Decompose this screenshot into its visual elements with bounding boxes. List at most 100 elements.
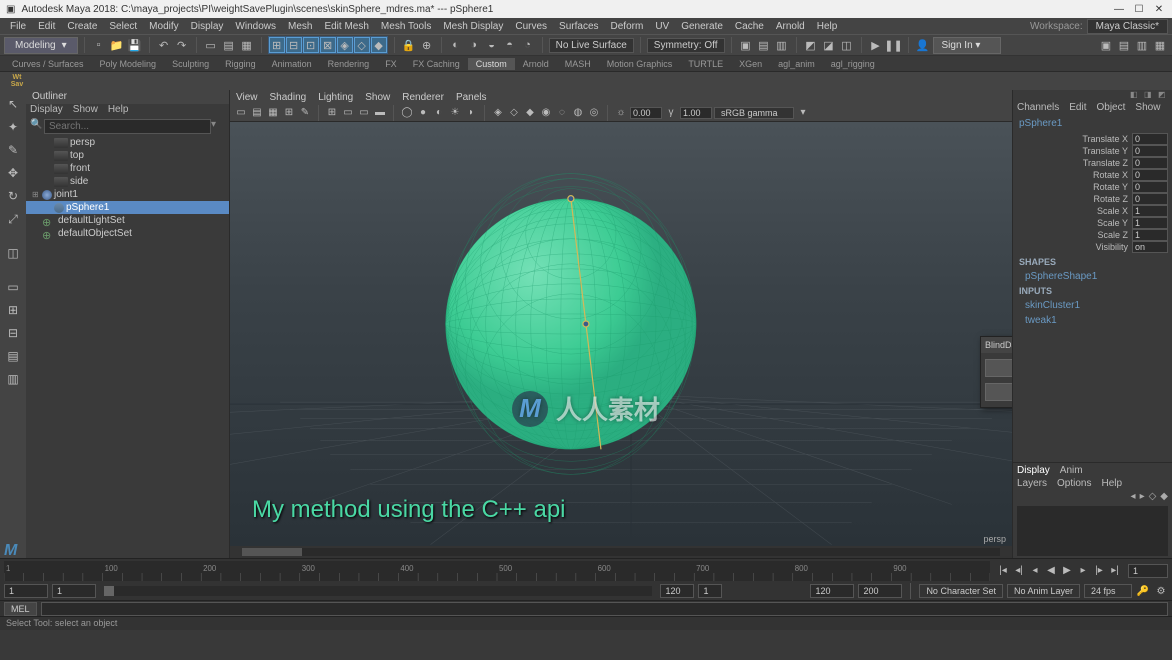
layer-menu-options[interactable]: Options bbox=[1057, 478, 1091, 489]
menu-arnold[interactable]: Arnold bbox=[770, 21, 811, 32]
menu-edit[interactable]: Edit bbox=[32, 21, 61, 32]
cmd-input[interactable] bbox=[41, 602, 1168, 616]
layer-menu-help[interactable]: Help bbox=[1101, 478, 1122, 489]
layout-persp-icon[interactable]: ▥ bbox=[3, 369, 23, 389]
vp-lights-icon[interactable]: ☀ bbox=[448, 106, 462, 120]
dialog-title-bar[interactable]: BlindData Weights ✕ bbox=[981, 337, 1012, 353]
undo-icon[interactable]: ↶ bbox=[156, 37, 172, 53]
range-mid1[interactable] bbox=[660, 584, 694, 598]
shelf-tab-sculpt[interactable]: Sculpting bbox=[164, 58, 217, 70]
vp-xray-joints-icon[interactable]: ◆ bbox=[523, 106, 537, 120]
cb-icon-2[interactable]: ◨ bbox=[1144, 90, 1154, 100]
step-fwd-icon[interactable]: ▸ bbox=[1076, 564, 1090, 578]
vp-menu-shading[interactable]: Shading bbox=[270, 92, 307, 103]
shelf-tab-poly[interactable]: Poly Modeling bbox=[92, 58, 165, 70]
vp-gamma-value[interactable] bbox=[680, 107, 712, 119]
vp-gamma-icon[interactable]: γ bbox=[664, 106, 678, 120]
panel-icon-1[interactable]: ▣ bbox=[1098, 37, 1114, 53]
vp-menu-renderer[interactable]: Renderer bbox=[402, 92, 444, 103]
vp-bookmark-icon[interactable]: ▤ bbox=[250, 106, 264, 120]
shelf-tab-rigging[interactable]: Rigging bbox=[217, 58, 264, 70]
range-end-in[interactable] bbox=[810, 584, 854, 598]
select-obj-icon[interactable]: ▭ bbox=[203, 37, 219, 53]
new-scene-icon[interactable]: ▫ bbox=[91, 37, 107, 53]
redo-icon[interactable]: ↷ bbox=[174, 37, 190, 53]
layout-four-icon[interactable]: ⊞ bbox=[3, 300, 23, 320]
rotate-tool-icon[interactable]: ↻ bbox=[3, 186, 23, 206]
shelf-tab-xgen[interactable]: XGen bbox=[731, 58, 770, 70]
save-scene-icon[interactable]: 💾 bbox=[127, 37, 143, 53]
autokey-icon[interactable]: 🔑 bbox=[1136, 584, 1150, 598]
vp-menu-show[interactable]: Show bbox=[365, 92, 390, 103]
outliner-menu-show[interactable]: Show bbox=[73, 104, 98, 118]
play-fwd-icon[interactable]: ▶ bbox=[1060, 564, 1074, 578]
shelf-tab-aglrig[interactable]: agl_rigging bbox=[823, 58, 883, 70]
dialog-load-button[interactable]: Load bbox=[985, 383, 1012, 401]
outliner-menu-display[interactable]: Display bbox=[30, 104, 63, 118]
vp-exposure-icon[interactable]: ☼ bbox=[614, 106, 628, 120]
vp-wireframe-icon[interactable]: ◯ bbox=[400, 106, 414, 120]
history2-icon[interactable]: ◑ bbox=[466, 37, 482, 53]
shelf-tab-aglanim[interactable]: agl_anim bbox=[770, 58, 823, 70]
vp-xray-icon[interactable]: ◇ bbox=[507, 106, 521, 120]
minimize-button[interactable]: — bbox=[1112, 2, 1126, 16]
outliner-item-side[interactable]: side bbox=[26, 175, 229, 188]
vp-menu-panels[interactable]: Panels bbox=[456, 92, 487, 103]
cb-icon-1[interactable]: ◧ bbox=[1130, 90, 1140, 100]
attr-value[interactable]: 0 bbox=[1132, 157, 1168, 169]
viewport-3d[interactable]: persp My method using the C++ api BlindD… bbox=[230, 122, 1012, 546]
shelf-btn-wtsav[interactable]: WtSav bbox=[4, 74, 30, 88]
history-icon[interactable]: ◐ bbox=[448, 37, 464, 53]
vp-menu-view[interactable]: View bbox=[236, 92, 258, 103]
outliner-menu-help[interactable]: Help bbox=[108, 104, 129, 118]
menu-create[interactable]: Create bbox=[61, 21, 103, 32]
scale-tool-icon[interactable]: ⤢ bbox=[3, 209, 23, 229]
vp-smooth-icon[interactable]: ● bbox=[416, 106, 430, 120]
vp-2d-pan-icon[interactable]: ⊞ bbox=[282, 106, 296, 120]
menu-generate[interactable]: Generate bbox=[675, 21, 729, 32]
layout-single-icon[interactable]: ▭ bbox=[3, 277, 23, 297]
workspace-selector[interactable]: Maya Classic* bbox=[1087, 19, 1168, 34]
vp-colorspace-arrow-icon[interactable]: ▾ bbox=[796, 106, 810, 120]
select-tool-icon[interactable]: ↖ bbox=[3, 94, 23, 114]
step-back-icon[interactable]: ◂ bbox=[1028, 564, 1042, 578]
toggle-panel2-icon[interactable]: ◪ bbox=[821, 37, 837, 53]
outliner-item-defaultObjectSet[interactable]: defaultObjectSet bbox=[26, 227, 229, 240]
attr-value[interactable]: 0 bbox=[1132, 193, 1168, 205]
vp-textured-icon[interactable]: ◐ bbox=[432, 106, 446, 120]
range-start-in[interactable] bbox=[52, 584, 96, 598]
layer-move-up-icon[interactable]: ◂ bbox=[1131, 491, 1136, 502]
attr-value[interactable]: 1 bbox=[1132, 217, 1168, 229]
prefs-icon[interactable]: ⚙ bbox=[1154, 584, 1168, 598]
attr-value[interactable]: on bbox=[1132, 241, 1168, 253]
modeling-mode-dropdown[interactable]: Modeling ▾ bbox=[4, 37, 78, 54]
panel-icon-4[interactable]: ▦ bbox=[1152, 37, 1168, 53]
outliner-item-joint1[interactable]: ⊞joint1 bbox=[26, 188, 229, 201]
panel-icon-3[interactable]: ▥ bbox=[1134, 37, 1150, 53]
snap-point-icon[interactable]: ⊡ bbox=[303, 37, 319, 53]
menu-modify[interactable]: Modify bbox=[143, 21, 184, 32]
signin-button[interactable]: Sign In ▾ bbox=[933, 37, 1002, 54]
menu-file[interactable]: File bbox=[4, 21, 32, 32]
shelf-tab-fx[interactable]: FX bbox=[377, 58, 405, 70]
vp-film-gate-icon[interactable]: ▭ bbox=[341, 106, 355, 120]
go-start-icon[interactable]: |◂ bbox=[996, 564, 1010, 578]
menu-curves[interactable]: Curves bbox=[509, 21, 553, 32]
layer-add-empty-icon[interactable]: ◇ bbox=[1149, 491, 1157, 502]
snap-view-icon[interactable]: ◇ bbox=[354, 37, 370, 53]
menu-cache[interactable]: Cache bbox=[729, 21, 770, 32]
select-comp-icon[interactable]: ▦ bbox=[239, 37, 255, 53]
vp-dof-icon[interactable]: ◎ bbox=[587, 106, 601, 120]
history5-icon[interactable]: ◔ bbox=[520, 37, 536, 53]
menu-uv[interactable]: UV bbox=[649, 21, 675, 32]
search-dropdown-icon[interactable]: ▾ bbox=[211, 119, 225, 133]
shelf-tab-fxcache[interactable]: FX Caching bbox=[405, 58, 468, 70]
shelf-tab-custom[interactable]: Custom bbox=[468, 58, 515, 70]
snap-live-icon[interactable]: ◈ bbox=[337, 37, 353, 53]
shelf-tab-arnold[interactable]: Arnold bbox=[515, 58, 557, 70]
layer-move-down-icon[interactable]: ▸ bbox=[1140, 491, 1145, 502]
vp-shadows-icon[interactable]: ◗ bbox=[464, 106, 478, 120]
outliner-item-persp[interactable]: persp bbox=[26, 136, 229, 149]
menu-surfaces[interactable]: Surfaces bbox=[553, 21, 604, 32]
viewport-hscroll[interactable] bbox=[230, 546, 1012, 558]
